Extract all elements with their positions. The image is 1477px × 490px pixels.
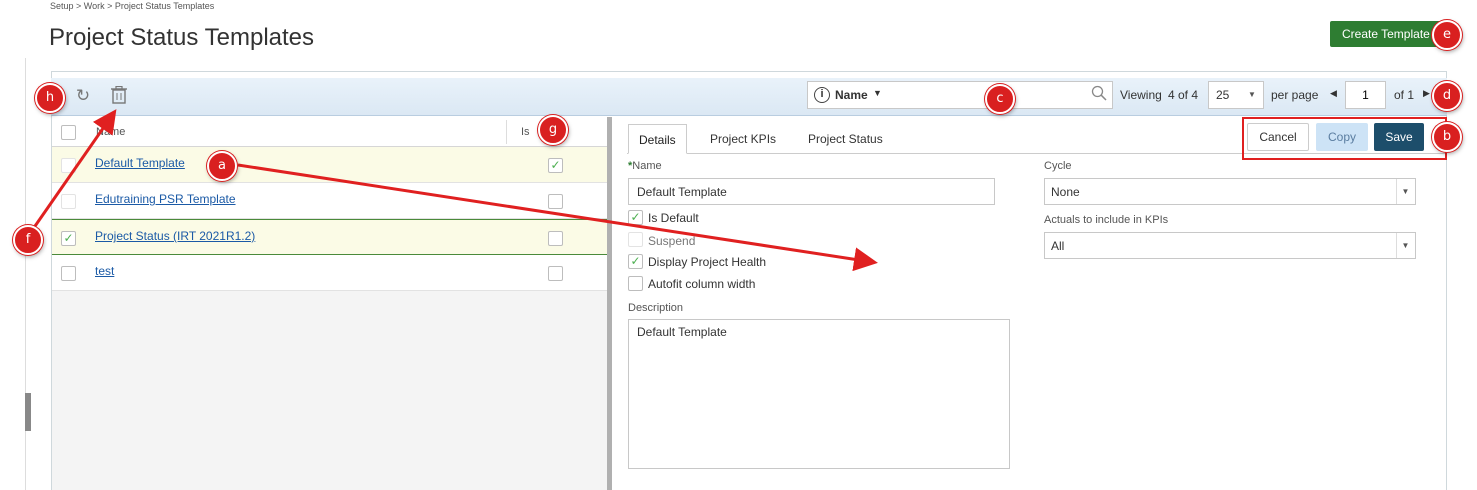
annotation-arrow-a [237,163,878,272]
annotation-marker-a: a [207,151,237,181]
annotation-marker-g: g [538,115,568,145]
annotation-arrow-f [31,109,117,230]
annotation-marker-f: f [13,225,43,255]
annotation-marker-d: d [1432,81,1462,111]
annotation-marker-c: c [985,84,1015,114]
annotation-marker-e: e [1432,20,1462,50]
annotation-arrows [31,109,878,272]
annotation-marker-h: h [35,83,65,113]
annotation-marker-b: b [1432,122,1462,152]
